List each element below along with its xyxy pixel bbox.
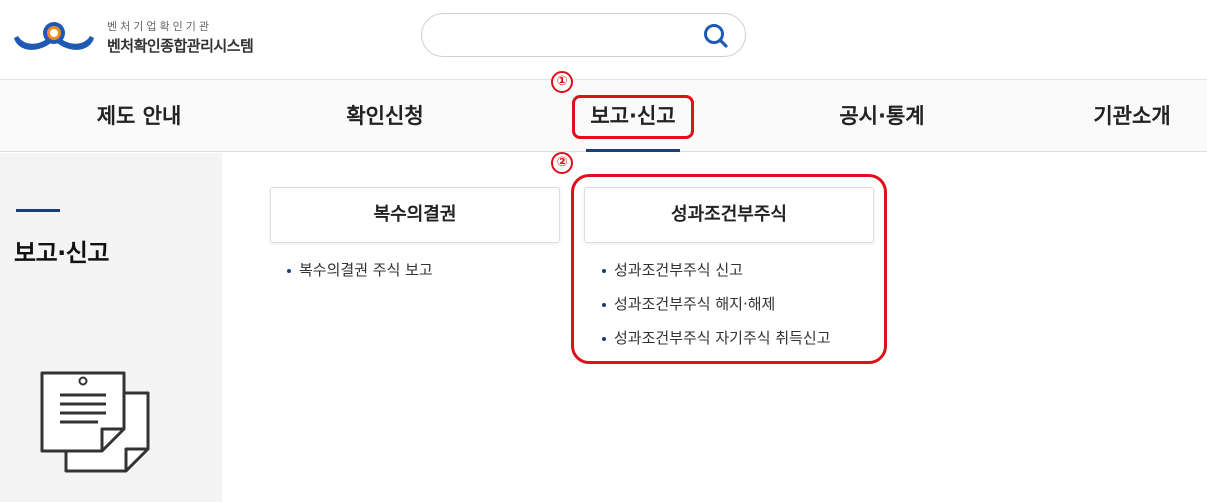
submenu-item-multiple-voting-report[interactable]: 복수의결권 주식 보고 [285, 253, 433, 287]
nav-item-apply[interactable]: 확인신청 [330, 80, 440, 152]
nav-item-system-guide[interactable]: 제도 안내 [84, 80, 194, 152]
search-input[interactable] [440, 22, 690, 48]
nav-item-disclosure[interactable]: 공시·통계 [824, 80, 940, 152]
submenu-header-multiple-voting[interactable]: 복수의결권 [270, 187, 560, 243]
search-icon[interactable] [701, 21, 731, 51]
highlight-box-nav [572, 95, 694, 139]
logo-title: 벤처확인종합관리시스템 [107, 37, 254, 55]
side-panel: 보고·신고 [0, 153, 222, 502]
step-badge-1: ① [551, 71, 573, 93]
side-accent-line [16, 209, 60, 212]
submenu-list-multiple-voting: 복수의결권 주식 보고 [285, 253, 433, 287]
logo-mark-icon [14, 22, 94, 50]
search-box [421, 13, 746, 57]
step-badge-2: ② [551, 152, 573, 174]
site-header: 벤처기업확인기관 벤처확인종합관리시스템 [0, 0, 1207, 80]
nav-item-about[interactable]: 기관소개 [1080, 80, 1184, 152]
highlight-box-submenu [571, 174, 887, 364]
document-icon [40, 371, 150, 473]
logo-subtitle: 벤처기업확인기관 [107, 20, 212, 33]
site-logo[interactable]: 벤처기업확인기관 벤처확인종합관리시스템 [12, 12, 332, 62]
side-title: 보고·신고 [14, 239, 109, 267]
